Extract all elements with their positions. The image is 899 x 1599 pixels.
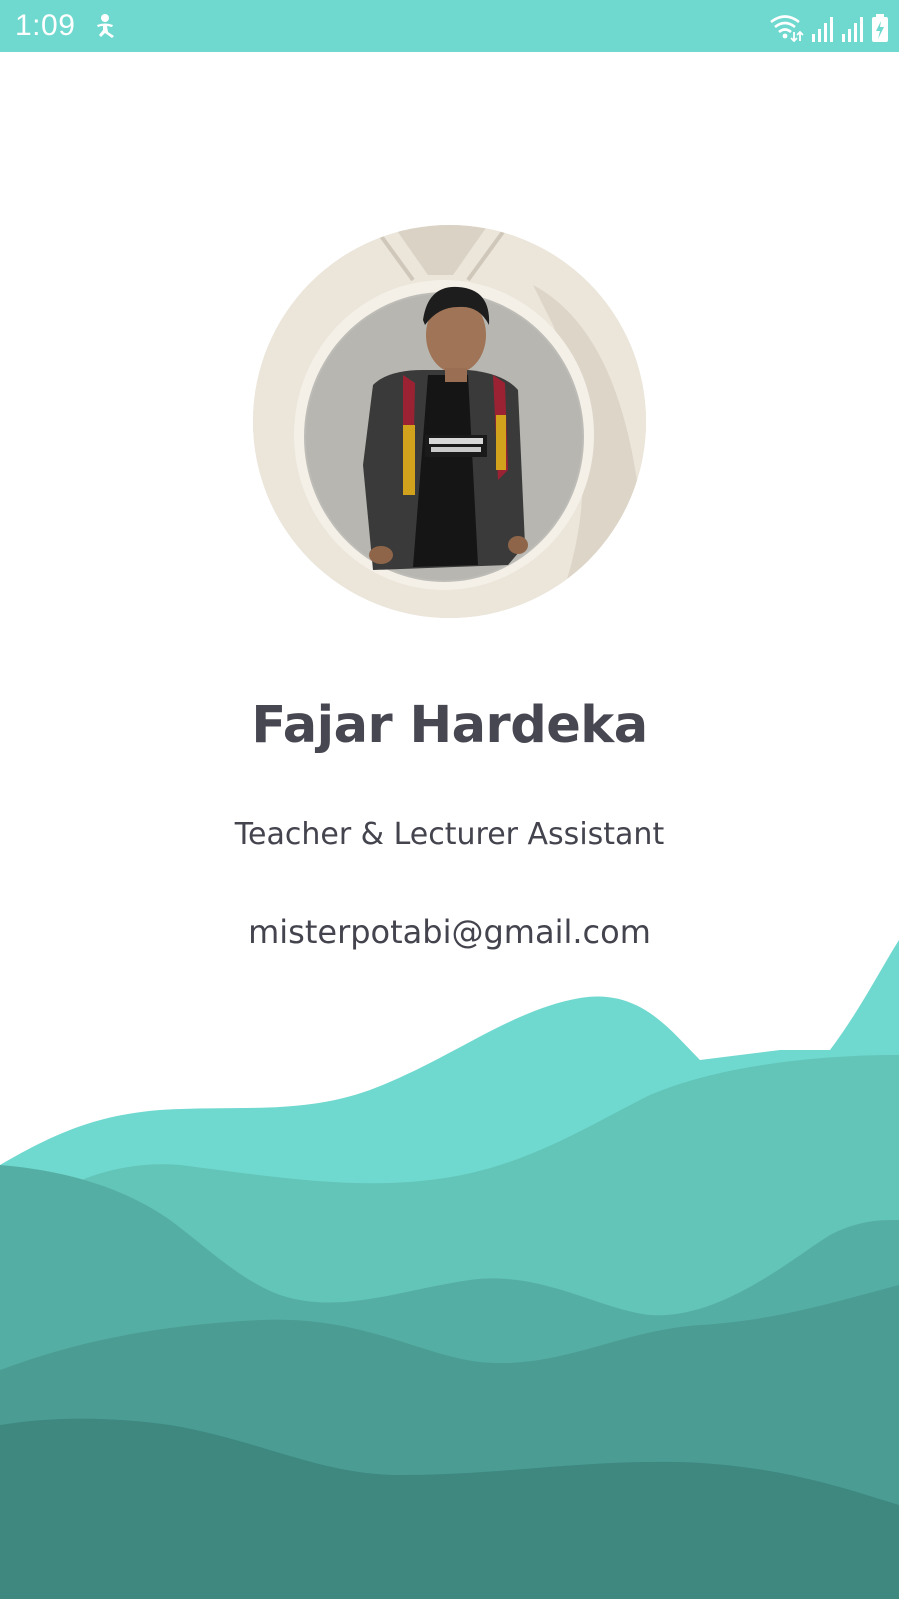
signal-icon: [841, 16, 865, 42]
profile-name: Fajar Hardeka: [251, 696, 648, 755]
wave-background: [0, 940, 899, 1599]
profile-screen: 1:09 Fajar Hardeka Teacher & Lecturer As…: [0, 0, 899, 1599]
accessibility-icon: [93, 12, 121, 40]
status-time: 1:09: [15, 9, 76, 42]
signal-icon: [811, 16, 835, 42]
profile-role: Teacher & Lecturer Assistant: [234, 817, 665, 852]
profile-email[interactable]: misterpotabi@gmail.com: [0, 908, 899, 956]
status-icons: [769, 12, 889, 42]
wifi-icon: [769, 14, 805, 42]
battery-charging-icon: [871, 14, 889, 42]
profile-photo: [253, 225, 646, 618]
status-bar: 1:09: [0, 0, 899, 52]
